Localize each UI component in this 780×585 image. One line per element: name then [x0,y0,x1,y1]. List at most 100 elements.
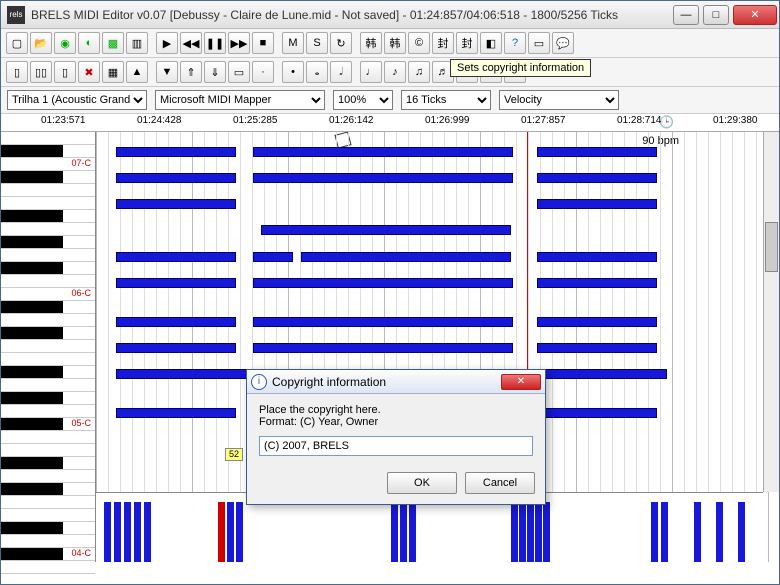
device-select[interactable]: Microsoft MIDI Mapper [155,90,325,110]
chinese3-button[interactable]: 封 [432,32,454,54]
velocity-bar[interactable] [391,502,398,562]
velocity-bar[interactable] [104,502,111,562]
midi-note[interactable] [537,408,657,418]
loop-button[interactable]: ↻ [330,32,352,54]
green-sq-button[interactable]: ▩ [102,32,124,54]
col2-button[interactable]: ▯▯ [30,61,52,83]
dotted-rect-button[interactable]: ▭ [228,61,250,83]
open-yellow-button[interactable]: 📂 [30,32,52,54]
piano-key[interactable] [1,340,95,353]
piano-key[interactable] [1,353,95,366]
piano-key[interactable]: 05-C [1,418,95,431]
ffwd-button[interactable]: ▶▶ [228,32,250,54]
piano-key[interactable] [1,301,95,314]
piano-key[interactable] [1,535,95,548]
speech-button[interactable]: 💬 [552,32,574,54]
help-blue-button[interactable]: ? [504,32,526,54]
minimize-button[interactable]: — [673,5,699,25]
piano-key[interactable] [1,444,95,457]
velocity-bar[interactable] [134,502,141,562]
dot2-button[interactable]: • [282,61,304,83]
velocity-bar[interactable] [716,502,723,562]
midi-note[interactable] [116,317,236,327]
midi-note[interactable] [116,173,236,183]
piano-key[interactable] [1,379,95,392]
down-button[interactable]: ▼ [156,61,178,83]
piano-key[interactable]: 06-C [1,288,95,301]
S-button[interactable]: S [306,32,328,54]
piano-key[interactable] [1,392,95,405]
titlebar[interactable]: rels BRELS MIDI Editor v0.07 [Debussy - … [1,1,779,29]
piano-key[interactable] [1,327,95,340]
piano-key[interactable] [1,210,95,223]
velocity-bar[interactable] [409,502,416,562]
midi-note[interactable] [537,369,667,379]
midi-note[interactable] [116,147,236,157]
midi-note[interactable] [253,173,513,183]
play-button[interactable]: ▶ [156,32,178,54]
midi-note[interactable] [253,317,513,327]
midi-note[interactable] [537,252,657,262]
M-button[interactable]: M [282,32,304,54]
midi-note[interactable] [253,252,293,262]
midi-note[interactable] [537,147,657,157]
col3-button[interactable]: ▯ [54,61,76,83]
piano-key[interactable]: 07-C [1,158,95,171]
velocity-bar[interactable] [661,502,668,562]
midi-note[interactable] [537,317,657,327]
copyright-button[interactable]: © [408,32,430,54]
up-button[interactable]: ▲ [126,61,148,83]
piano-key[interactable] [1,184,95,197]
piano-key[interactable] [1,249,95,262]
note-whole-button[interactable]: 𝅝 [306,61,328,83]
piano-keyboard[interactable]: 07-C 06-C 05-C 04-C [1,132,96,562]
scroll-thumb[interactable] [765,222,778,272]
midi-note[interactable] [537,199,657,209]
grid-button[interactable]: ▦ [102,61,124,83]
chinese2-button[interactable]: 韩 [384,32,406,54]
down2-button[interactable]: ⇓ [204,61,226,83]
dialog-close-button[interactable]: ✕ [501,374,541,390]
velocity-bar[interactable] [124,502,131,562]
midi-note[interactable] [116,408,236,418]
piano-key[interactable] [1,197,95,210]
piano-key[interactable] [1,496,95,509]
velocity-bar[interactable] [535,502,542,562]
midi-note[interactable] [253,343,513,353]
piano-key[interactable] [1,223,95,236]
piano-key[interactable] [1,431,95,444]
velocity-bar[interactable] [694,502,701,562]
midi-note[interactable] [253,147,513,157]
maximize-button[interactable]: □ [703,5,729,25]
new-button[interactable]: ▢ [6,32,28,54]
velocity-bar[interactable] [114,502,121,562]
track-select[interactable]: Trilha 1 (Acoustic Grand Piano) [7,90,147,110]
rew-button[interactable]: ◀◀ [180,32,202,54]
stop-button[interactable]: ■ [252,32,274,54]
eraser-button[interactable]: ◧ [480,32,502,54]
zoom-select[interactable]: 100% [333,90,393,110]
piano-key[interactable] [1,262,95,275]
piano-key[interactable] [1,171,95,184]
note-quarter-button[interactable]: ♩ [360,61,382,83]
scrollbar-vertical[interactable] [763,132,779,492]
midi-note[interactable] [537,278,657,288]
velocity-bar[interactable] [651,502,658,562]
time-ruler[interactable]: 🕒 01:23:57101:24:42801:25:28501:26:14201… [1,114,779,132]
midi-note[interactable] [116,278,236,288]
midi-note[interactable] [253,278,513,288]
piano-key[interactable]: 04-C [1,548,95,561]
cancel-button[interactable]: Cancel [465,472,535,494]
piano-key[interactable] [1,509,95,522]
velocity-bar[interactable] [543,502,550,562]
piano-key[interactable] [1,561,95,574]
piano-key[interactable] [1,132,95,145]
piano-key[interactable] [1,236,95,249]
piano-key[interactable] [1,366,95,379]
ok-button[interactable]: OK [387,472,457,494]
piano-key[interactable] [1,483,95,496]
green-circle-button[interactable]: ◉ [54,32,76,54]
note-half-button[interactable]: 𝅗𝅥 [330,61,352,83]
piano-key[interactable] [1,522,95,535]
pause-button[interactable]: ❚❚ [204,32,226,54]
